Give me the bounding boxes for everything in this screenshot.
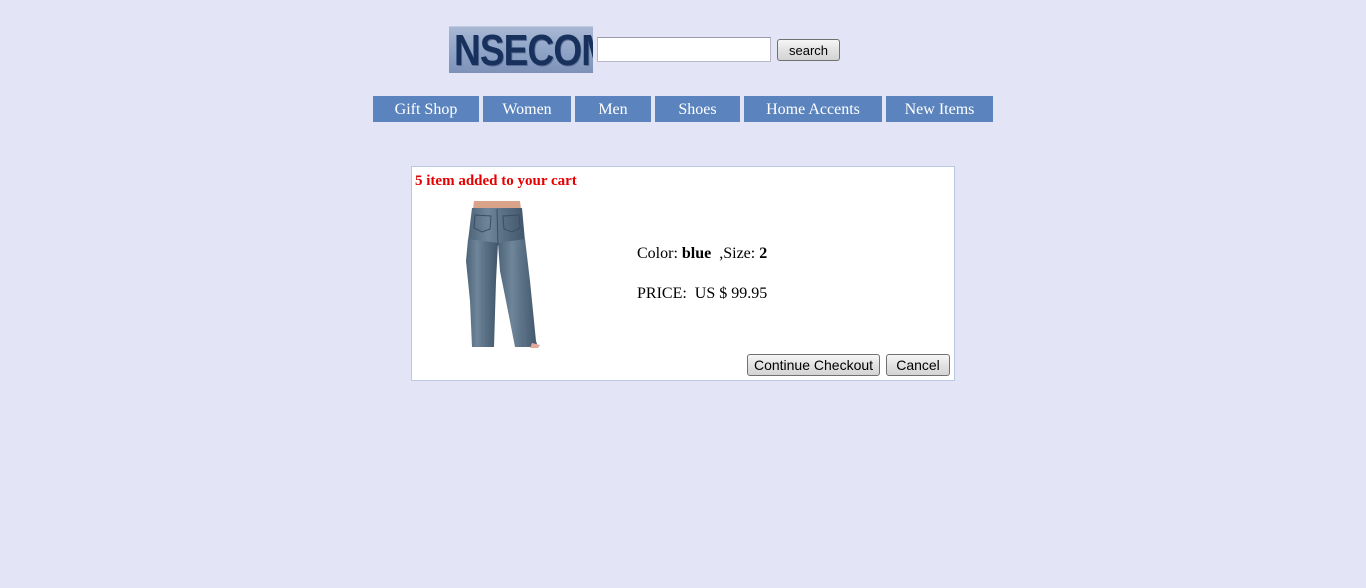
product-details: Color: blue ,Size: 2 PRICE: US $ 99.95 xyxy=(637,245,767,303)
cancel-button[interactable]: Cancel xyxy=(886,354,950,376)
size-label: ,Size: xyxy=(711,245,760,262)
cart-added-message: 5 item added to your cart xyxy=(415,173,577,189)
continue-checkout-button[interactable]: Continue Checkout xyxy=(747,354,880,376)
nav-item-shoes[interactable]: Shoes xyxy=(655,96,740,122)
nav-item-women[interactable]: Women xyxy=(483,96,571,122)
nav-item-men[interactable]: Men xyxy=(575,96,651,122)
color-label: Color: xyxy=(637,245,682,262)
cart-confirmation-panel: 5 item added to your cart Color: blue ,S… xyxy=(411,166,955,381)
size-value: 2 xyxy=(759,245,768,262)
logo-text: NSECOM xyxy=(454,26,593,73)
nav-item-gift-shop[interactable]: Gift Shop xyxy=(373,96,479,122)
nav-item-new-items[interactable]: New Items xyxy=(886,96,993,122)
search-button[interactable]: search xyxy=(777,39,840,61)
nav-item-home-accents[interactable]: Home Accents xyxy=(744,96,882,122)
jeans-image xyxy=(466,201,540,348)
product-options: Color: blue ,Size: 2 xyxy=(637,245,767,265)
search-input[interactable] xyxy=(597,37,771,62)
product-price: PRICE: US $ 99.95 xyxy=(637,285,768,302)
nsecom-logo[interactable]: NSECOM xyxy=(449,26,593,73)
color-value: blue xyxy=(681,245,712,262)
